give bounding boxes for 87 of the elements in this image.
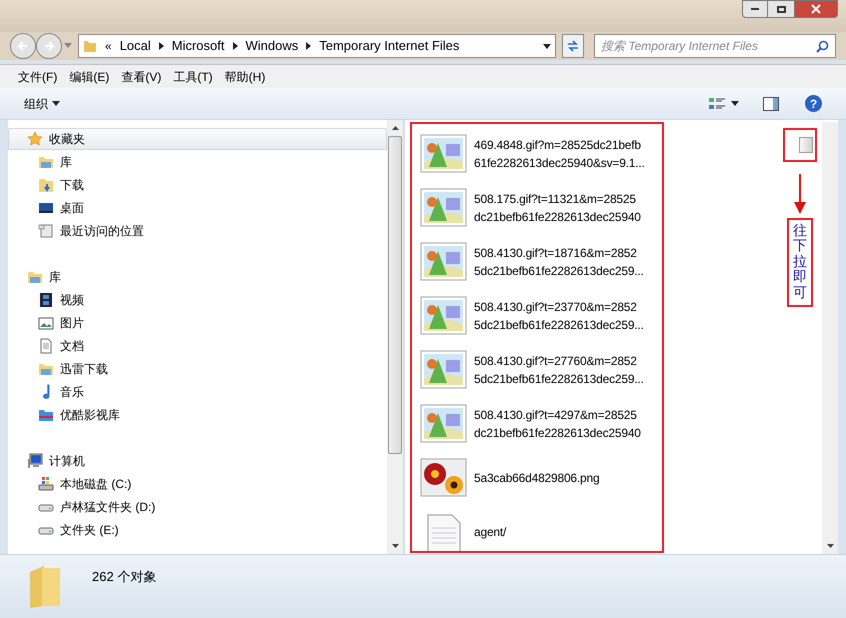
address-bar[interactable]: « Local Microsoft Windows Temporary Internet Files: [78, 34, 556, 58]
folder-icon: [27, 269, 43, 285]
nav-item[interactable]: 卢林猛文件夹 (D:): [8, 495, 387, 518]
recent-places-icon: [38, 222, 54, 238]
breadcrumb-overflow[interactable]: «: [105, 37, 112, 55]
refresh-arrows-icon: [566, 39, 580, 53]
nav-item[interactable]: 视频: [8, 288, 387, 311]
nav-item[interactable]: 库: [8, 150, 387, 173]
flower-image-icon: [420, 458, 468, 498]
file-item[interactable]: 508.4130.gif?t=18716&m=2852 5dc21befb61fe2282613dec259...: [420, 242, 662, 282]
nav-item[interactable]: 优酷影视库: [8, 403, 387, 426]
nav-item[interactable]: 迅雷下载: [8, 357, 387, 380]
file-item[interactable]: 508.4130.gif?t=4297&m=28525 dc21befb61fe2282613dec25940: [420, 404, 662, 444]
dropdown-caret-icon[interactable]: [543, 44, 551, 48]
file-item[interactable]: 508.4130.gif?t=27760&m=2852 5dc21befb61fe2282613dec259...: [420, 350, 662, 390]
file-item[interactable]: 508.175.gif?t=11321&m=28525 dc21befb61fe2282613dec25940: [420, 188, 662, 228]
left-arrow-icon: [17, 40, 29, 52]
pane-icon: [763, 96, 779, 110]
nav-item[interactable]: 文档: [8, 334, 387, 357]
scrollbar-thumb[interactable]: [388, 136, 402, 454]
breadcrumb[interactable]: Temporary Internet Files: [319, 36, 460, 56]
image-file-icon: [420, 242, 468, 282]
help-button[interactable]: ?: [805, 95, 822, 112]
breadcrumb[interactable]: Microsoft: [172, 36, 224, 56]
image-file-icon: [420, 350, 468, 390]
image-file-icon: [420, 134, 468, 174]
nav-item[interactable]: 桌面: [8, 196, 387, 219]
breadcrumb[interactable]: Windows: [246, 36, 298, 56]
forward-button[interactable]: [36, 33, 62, 59]
back-button[interactable]: [10, 33, 36, 59]
image-file-icon: [420, 296, 468, 336]
menu-item[interactable]: 帮助(H): [224, 68, 266, 86]
nav-section-header[interactable]: 计算机: [8, 450, 387, 472]
image-file-icon: [420, 404, 468, 444]
preview-pane-button[interactable]: [763, 96, 779, 110]
view-options-button[interactable]: [709, 96, 739, 110]
close-button[interactable]: [794, 0, 838, 18]
download-folder-icon: [38, 176, 54, 192]
film-icon: [38, 292, 54, 308]
view-list-icon: [709, 96, 725, 110]
organize-button[interactable]: 组织: [24, 94, 60, 112]
annotation-note: 往下拉即可: [787, 218, 813, 307]
menu-item[interactable]: 编辑(E): [69, 68, 110, 86]
scrollbar[interactable]: [822, 122, 838, 554]
file-item[interactable]: agent/: [420, 512, 662, 551]
chevron-right-icon[interactable]: [158, 42, 164, 50]
file-item[interactable]: 5a3cab66d4829806.png: [420, 458, 662, 498]
minimize-button[interactable]: [742, 0, 768, 18]
refresh-button[interactable]: [562, 34, 584, 58]
nav-item[interactable]: 音乐: [8, 380, 387, 403]
file-item[interactable]: 508.4130.gif?t=23770&m=2852 5dc21befb61fe2282613dec259...: [420, 296, 662, 336]
breadcrumb[interactable]: Local: [120, 36, 151, 56]
nav-item[interactable]: 最近访问的位置: [8, 219, 387, 242]
down-arrow-icon: [794, 174, 806, 214]
caret-icon: [731, 101, 739, 106]
scrollbar[interactable]: [387, 120, 403, 554]
document-icon: [38, 338, 54, 354]
nav-item[interactable]: 下载: [8, 173, 387, 196]
nav-item[interactable]: 图片: [8, 311, 387, 334]
right-arrow-icon: [43, 40, 55, 52]
close-icon: [811, 4, 821, 14]
item-count: 262 个对象: [92, 568, 156, 586]
caret-icon: [52, 101, 60, 106]
chevron-right-icon[interactable]: [232, 42, 238, 50]
maximize-button[interactable]: [768, 0, 794, 18]
menu-item[interactable]: 查看(V): [121, 68, 162, 86]
scrollbar-thumb[interactable]: [799, 137, 813, 153]
search-icon: [816, 40, 829, 52]
picture-icon: [38, 314, 54, 330]
file-item[interactable]: 469.4848.gif?m=28525dc21befb 61fe2282613dec25940&sv=9.1...: [420, 134, 662, 174]
folder-icon: [83, 39, 97, 53]
scroll-up-icon[interactable]: [392, 126, 398, 130]
star-icon: [27, 131, 43, 147]
windows-drive-icon: [38, 476, 54, 492]
scroll-down-icon[interactable]: [826, 544, 834, 548]
scroll-down-icon[interactable]: [392, 544, 398, 548]
image-file-icon: [420, 188, 468, 228]
nav-item[interactable]: 文件夹 (E:): [8, 518, 387, 541]
menu-item[interactable]: 工具(T): [173, 68, 213, 86]
menu-item[interactable]: 文件(F): [18, 68, 58, 86]
computer-icon: [27, 453, 43, 469]
nav-section-header[interactable]: 收藏夹: [8, 128, 387, 150]
nav-section-header[interactable]: 库: [8, 266, 387, 288]
search-field[interactable]: 搜索 Temporary Internet Files: [594, 34, 836, 58]
music-note-icon: [42, 384, 50, 400]
nav-item[interactable]: 本地磁盘 (C:): [8, 472, 387, 495]
chevron-right-icon[interactable]: [306, 42, 312, 50]
